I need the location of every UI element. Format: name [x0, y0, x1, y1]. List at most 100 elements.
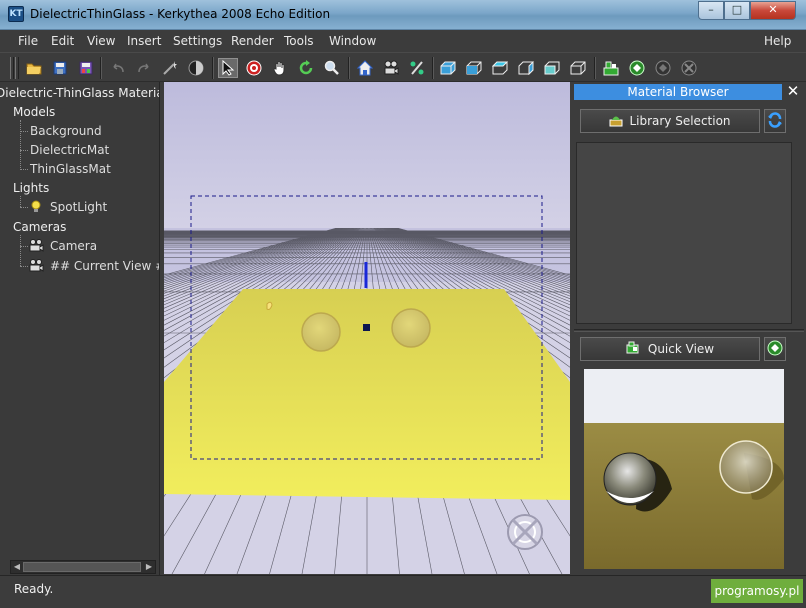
tree-connector: [20, 196, 21, 207]
open-folder-icon[interactable]: [24, 58, 44, 78]
material-preview-image: [584, 369, 784, 569]
tree-connector: [20, 131, 28, 132]
tree-group-cameras[interactable]: Cameras: [13, 220, 66, 234]
viewport-canvas[interactable]: [164, 82, 570, 574]
menu-edit[interactable]: Edit: [51, 34, 74, 48]
rotate-icon[interactable]: [296, 58, 316, 78]
refresh-icon: [767, 111, 783, 131]
toolbar-separator: [432, 57, 434, 79]
status-text: Ready.: [14, 582, 54, 596]
camera-icon[interactable]: [381, 58, 401, 78]
quick-view-render-button[interactable]: [764, 337, 786, 361]
navigation-gizmo-icon[interactable]: [507, 514, 543, 550]
preview-thin-glass-sphere: [719, 440, 773, 494]
scene-tree-panel: Dielectric-ThinGlass Materials Models Ba…: [0, 82, 160, 575]
percent-icon[interactable]: [407, 58, 427, 78]
maximize-button[interactable]: □: [724, 1, 750, 20]
window-title: DielectricThinGlass - Kerkythea 2008 Ech…: [30, 7, 331, 21]
menu-bar: File Edit View Insert Settings Render To…: [0, 30, 806, 52]
hand-pan-icon[interactable]: [270, 58, 290, 78]
library-icon: [609, 113, 623, 130]
quick-view-button[interactable]: Quick View: [580, 337, 760, 361]
menu-insert[interactable]: Insert: [127, 34, 161, 48]
app-logo-icon: KT: [8, 6, 24, 22]
dielectric-sphere[interactable]: [301, 312, 341, 352]
menu-help[interactable]: Help: [764, 34, 791, 48]
tree-connector: [20, 150, 28, 151]
status-bar: Ready. programosy.pl: [0, 575, 806, 608]
toolbar-separator: [100, 57, 102, 79]
tree-item-thinglassmat[interactable]: ThinGlassMat: [30, 162, 111, 176]
library-selection-label: Library Selection: [629, 114, 731, 128]
thin-glass-sphere[interactable]: [391, 308, 431, 348]
menu-render[interactable]: Render: [231, 34, 274, 48]
material-browser-title: Material Browser: [574, 84, 782, 100]
toolbar-grip[interactable]: [15, 57, 19, 79]
menu-file[interactable]: File: [18, 34, 38, 48]
close-window-button[interactable]: ✕: [750, 1, 796, 20]
menu-window[interactable]: Window: [329, 34, 376, 48]
save-icon[interactable]: [50, 58, 70, 78]
render-pause-icon[interactable]: [653, 58, 673, 78]
redo-icon[interactable]: [134, 58, 154, 78]
scroll-right-arrow-icon[interactable]: ▶: [143, 561, 155, 573]
menu-settings[interactable]: Settings: [173, 34, 222, 48]
tree-item-background[interactable]: Background: [30, 124, 102, 138]
title-bar: KT DielectricThinGlass - Kerkythea 2008 …: [0, 0, 806, 30]
box-view-3-icon[interactable]: [490, 58, 510, 78]
select-arrow-icon[interactable]: [218, 58, 238, 78]
tree-connector: [20, 207, 28, 208]
box-view-6-icon[interactable]: [568, 58, 588, 78]
tree-item-spotlight[interactable]: SpotLight: [50, 200, 107, 214]
menu-tools[interactable]: Tools: [284, 34, 314, 48]
box-view-4-icon[interactable]: [516, 58, 536, 78]
render-start-icon: [767, 340, 783, 359]
toolbar-grip[interactable]: [10, 57, 14, 79]
pivot-marker[interactable]: [363, 324, 370, 331]
zoom-icon[interactable]: [322, 58, 342, 78]
box-view-2-icon[interactable]: [464, 58, 484, 78]
render-scene-icon[interactable]: [601, 58, 621, 78]
minimize-button[interactable]: –: [698, 1, 724, 20]
material-browser-panel: Material Browser ✕ Library Selection Qui…: [572, 82, 806, 575]
toolbar: [0, 52, 806, 82]
preview-dielectric-sphere: [603, 452, 657, 506]
scroll-thumb[interactable]: [23, 562, 141, 572]
viewport-sky-mask: [164, 82, 570, 228]
tree-item-dielectricmat[interactable]: DielectricMat: [30, 143, 109, 157]
scroll-left-arrow-icon[interactable]: ◀: [11, 561, 23, 573]
material-library-list[interactable]: [576, 142, 792, 324]
menu-view[interactable]: View: [87, 34, 115, 48]
toolbar-separator: [594, 57, 596, 79]
target-icon[interactable]: [244, 58, 264, 78]
tree-connector: [20, 120, 21, 170]
box-view-5-icon[interactable]: [542, 58, 562, 78]
toolbar-separator: [212, 57, 214, 79]
tree-connector: [20, 169, 28, 170]
home-icon[interactable]: [355, 58, 375, 78]
tree-item-current-view[interactable]: ## Current View ##: [50, 259, 159, 273]
tree-item-camera[interactable]: Camera: [50, 239, 97, 253]
library-selection-button[interactable]: Library Selection: [580, 109, 760, 133]
box-view-1-icon[interactable]: [438, 58, 458, 78]
magic-wand-icon[interactable]: [160, 58, 180, 78]
3d-viewport[interactable]: [164, 82, 570, 574]
quick-view-icon: [626, 341, 642, 358]
render-start-icon[interactable]: [627, 58, 647, 78]
camera-icon: [29, 239, 45, 256]
render-stop-icon[interactable]: [679, 58, 699, 78]
save-as-icon[interactable]: [76, 58, 96, 78]
tree-connector: [20, 266, 28, 267]
tree-root-scene[interactable]: Dielectric-ThinGlass Materials: [0, 86, 159, 100]
camera-icon: [29, 259, 45, 276]
tree-group-models[interactable]: Models: [13, 105, 55, 119]
refresh-button[interactable]: [764, 109, 786, 133]
close-panel-button[interactable]: ✕: [784, 82, 802, 100]
yellow-floor-plane: [164, 289, 570, 500]
quick-view-label: Quick View: [647, 342, 715, 356]
undo-icon[interactable]: [108, 58, 128, 78]
tree-group-lights[interactable]: Lights: [13, 181, 49, 195]
panel-splitter[interactable]: [574, 329, 804, 332]
tree-horizontal-scrollbar[interactable]: ◀ ▶: [10, 560, 156, 574]
sphere-icon[interactable]: [186, 58, 206, 78]
